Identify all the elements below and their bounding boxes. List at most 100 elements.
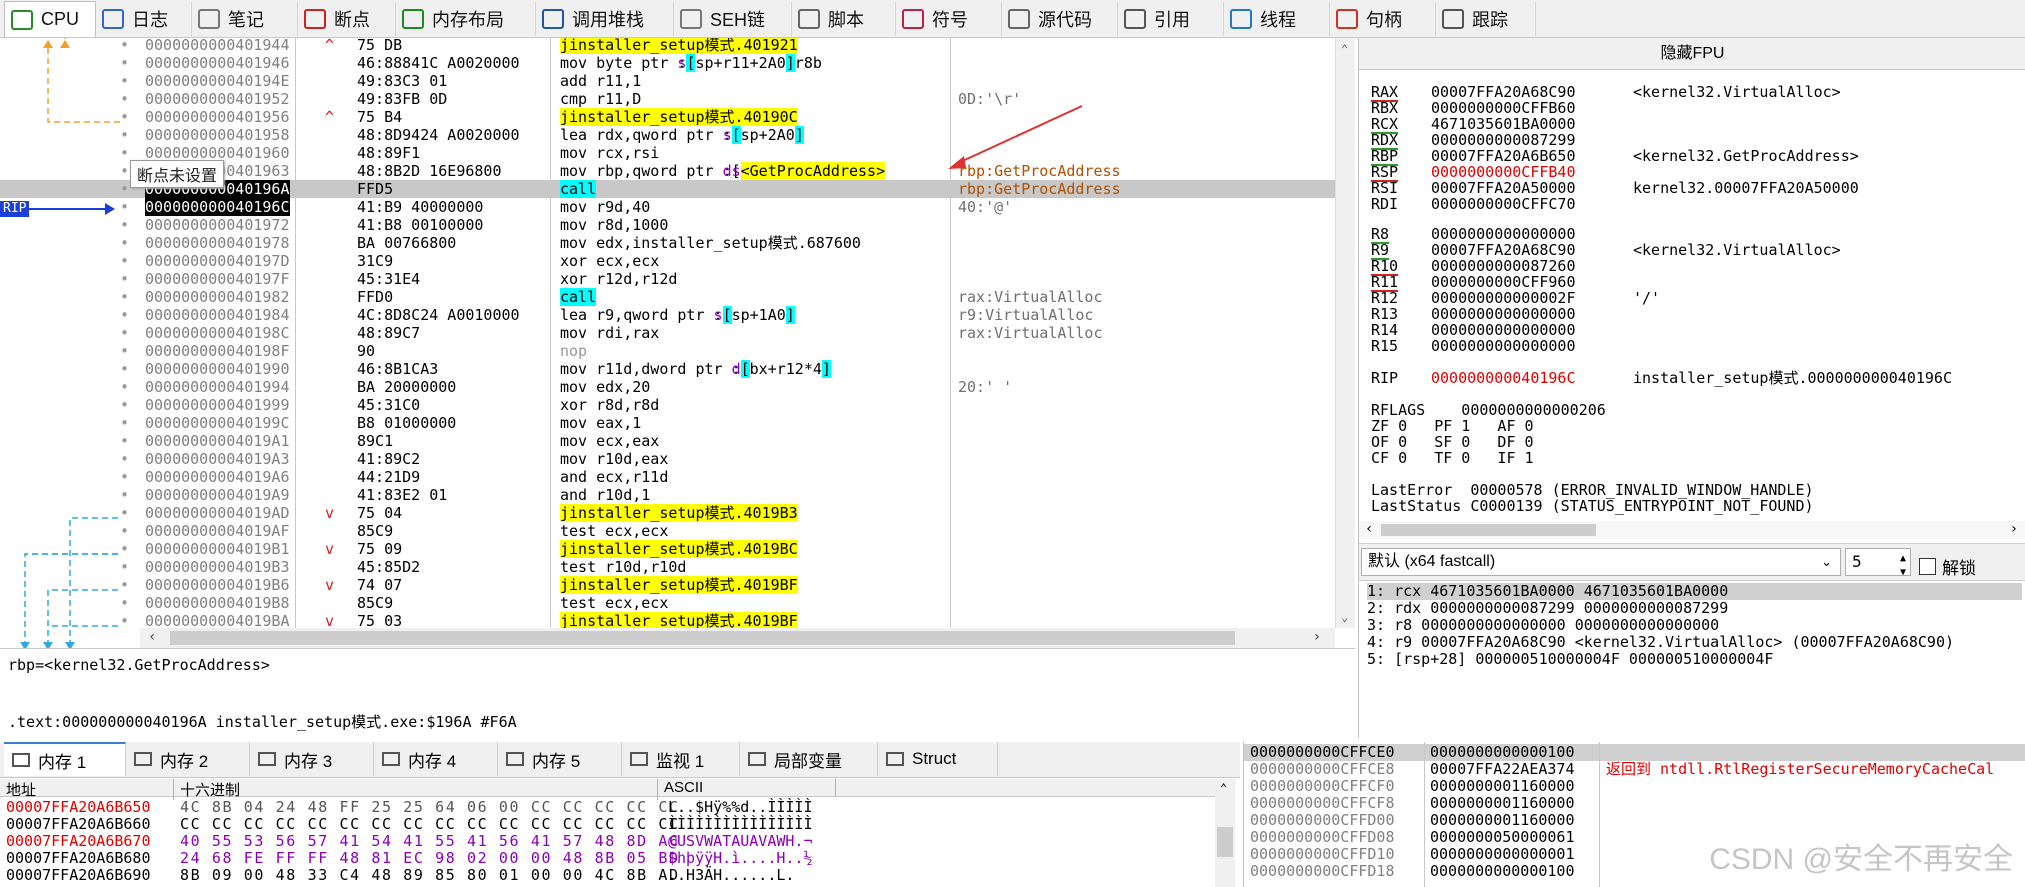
dump-tab-5[interactable]: 内存 5 <box>498 742 622 776</box>
disasm-row[interactable]: • 000000000040198C 48:89C7 mov rdi,rax rax:V… <box>0 324 1335 342</box>
disasm-row[interactable]: • 00000000004019A3 41:89C2 mov r10d,eax <box>0 450 1335 468</box>
dump-hex[interactable]: 8B 09 00 48 33 C4 48 89 85 80 01 00 00 4… <box>180 867 680 884</box>
disasm-row[interactable]: •00000000004019B1v75 09jne installer_set… <box>0 540 1335 558</box>
dump-ascii[interactable]: ..H3ÄH......L.­ <box>668 867 794 884</box>
disasm-row[interactable]: • 0000000000401972 41:B8 00100000 mov r8d,1… <box>0 216 1335 234</box>
argument-row[interactable]: 4: r9 00007FFA20A68C90 <kernel32.Virtual… <box>1367 634 2022 651</box>
register-hscrollbar[interactable]: ‹ › <box>1359 521 2025 539</box>
disasm-row[interactable]: • 00000000004019AF 85C9 test ecx,ecx <box>0 522 1335 540</box>
argument-row[interactable]: 5: [rsp+28] 000000510000004F 00000051000… <box>1367 651 2022 668</box>
tab-5[interactable]: 内存布局 <box>396 2 536 36</box>
scroll-left-icon[interactable]: ‹ <box>1365 521 1373 537</box>
disasm-row[interactable]: •0000000000401956^75 B4jne installer_set… <box>0 108 1335 126</box>
dump-address[interactable]: 00007FFA20A6B660 <box>6 816 151 833</box>
disasm-row[interactable]: • 000000000040197F 45:31E4 xor r12d,r12d <box>0 270 1335 288</box>
register-value[interactable]: 000000000000002F <box>1431 290 1576 306</box>
disasm-row[interactable]: • 000000000040199C B8 01000000 mov eax,1 <box>0 414 1335 432</box>
argument-row[interactable]: 3: r8 0000000000000000 0000000000000000 <box>1367 617 2022 634</box>
unlock-checkbox[interactable]: 解锁 <box>1919 554 1976 579</box>
disasm-row[interactable]: • 000000000040196C 41:B9 40000000 mov r9d,4… <box>0 198 1335 216</box>
dump-hex[interactable]: 24 68 FE FF FF 48 81 EC 98 02 00 00 48 8… <box>180 850 680 867</box>
disasm-row[interactable]: • 00000000004019A9 41:83E2 01 and r10d,1 <box>0 486 1335 504</box>
scroll-right-icon[interactable]: › <box>1313 629 1321 645</box>
dump-header-hex[interactable]: 十六进制 <box>180 779 658 800</box>
dump-hex[interactable]: 4C 8B 04 24 48 FF 25 25 64 06 00 CC CC C… <box>180 799 680 816</box>
dump-hex[interactable]: 40 55 53 56 57 41 54 41 55 41 56 41 57 4… <box>180 833 680 850</box>
disasm-row[interactable]: • 0000000000401946 46:88841C A0020000 mov b… <box>0 54 1335 72</box>
tab-9[interactable]: 符号 <box>896 2 1002 36</box>
disasm-hscrollbar[interactable]: ‹ › <box>140 628 1335 648</box>
stack-row[interactable]: 0000000000CFFCE8 00007FFA22AEA374 返回到 ntdl… <box>1244 761 2025 778</box>
dump-ascii[interactable]: @USVWATAUAVAWH.¬ <box>668 833 813 850</box>
callconv-select[interactable]: 默认 (x64 fastcall) ⌄ <box>1361 548 1841 576</box>
tab-14[interactable]: 跟踪 <box>1436 2 1536 36</box>
dump-address[interactable]: 00007FFA20A6B680 <box>6 850 151 867</box>
dump-hex[interactable]: CC CC CC CC CC CC CC CC CC CC CC CC CC C… <box>180 816 680 833</box>
argument-row[interactable]: 2: rdx 0000000000087299 0000000000087299 <box>1367 600 2022 617</box>
disasm-row[interactable]: • 000000000040194E 49:83C3 01 add r11,1 <box>0 72 1335 90</box>
tab-1[interactable]: CPU <box>4 1 96 37</box>
disasm-row[interactable]: • 0000000000401990 46:8B1CA3 mov r11d,dword… <box>0 360 1335 378</box>
register-value[interactable]: 0000000000CFFC70 <box>1431 196 1576 212</box>
disasm-row[interactable]: •00000000004019ADv75 04jne installer_set… <box>0 504 1335 522</box>
dump-ascii[interactable]: ÌÌÌÌÌÌÌÌÌÌÌÌÌÌÌÌ <box>668 816 813 833</box>
dump-tab-4[interactable]: 内存 4 <box>374 742 498 776</box>
register-value[interactable]: 4671035601BA0000 <box>1431 116 1576 132</box>
tab-10[interactable]: 源代码 <box>1002 2 1118 36</box>
disasm-row[interactable]: • 00000000004019A1 89C1 mov ecx,eax <box>0 432 1335 450</box>
tab-4[interactable]: 断点 <box>298 2 396 36</box>
dump-address[interactable]: 00007FFA20A6B650 <box>6 799 151 816</box>
stack-row[interactable]: 0000000000CFFCE0 0000000000000100 <box>1244 744 2025 761</box>
scroll-down-icon[interactable]: ⌄ <box>1341 610 1348 624</box>
register-value[interactable]: 0000000000CFF960 <box>1431 274 1576 290</box>
chevron-down-icon[interactable]: ⌄ <box>1821 549 1832 575</box>
tab-11[interactable]: 引用 <box>1118 2 1224 36</box>
dump-ascii[interactable]: L..$Hÿ%%d..ÌÌÌÌÌ <box>668 799 813 816</box>
stack-row[interactable]: 0000000000CFFCF8 0000000001160000 <box>1244 795 2025 812</box>
disasm-row[interactable]: • 0000000000401978 BA 00766800 mov edx,inst… <box>0 234 1335 252</box>
memory-dump-panel[interactable]: 内存 1 内存 2 内存 3 内存 4 内存 5 监视 1 局部变量 Struct 地址 十六… <box>0 742 1240 887</box>
disasm-row[interactable]: • 000000000040198F 90 nop <box>0 342 1335 360</box>
disasm-row[interactable]: •0000000000401944^75 DBjne installer_set… <box>0 38 1335 54</box>
register-value[interactable]: 000000000040196C <box>1431 370 1576 386</box>
dump-address[interactable]: 00007FFA20A6B690 <box>6 867 151 884</box>
dump-vscrollbar[interactable]: ⌃ <box>1215 779 1235 887</box>
stack-row[interactable]: 0000000000CFFCF0 0000000001160000 <box>1244 778 2025 795</box>
register-value[interactable]: 0000000000087260 <box>1431 258 1576 274</box>
disasm-row[interactable]: • 0000000000401958 48:8D9424 A0020000 lea r… <box>0 126 1335 144</box>
dump-header-address[interactable]: 地址 <box>6 779 174 800</box>
register-value[interactable]: 0000000000CFFB40 <box>1431 164 1576 180</box>
scroll-right-icon[interactable]: › <box>2010 521 2018 537</box>
dump-tab-1[interactable]: 内存 1 <box>4 742 126 776</box>
tab-2[interactable]: 日志 <box>96 2 192 36</box>
dump-header-ascii[interactable]: ASCII <box>664 779 836 796</box>
register-value[interactable]: 0000000000000000 <box>1431 322 1576 338</box>
register-value[interactable]: 0000000000CFFB60 <box>1431 100 1576 116</box>
disasm-vscrollbar[interactable]: ⌃ ⌄ <box>1335 38 1355 628</box>
dump-tab-7[interactable]: 局部变量 <box>740 742 878 776</box>
disasm-row[interactable]: •00000000004019B6v74 07je installer_setu… <box>0 576 1335 594</box>
tab-12[interactable]: 线程 <box>1224 2 1330 36</box>
disasm-row[interactable]: •0000000000401982FFD0call raxrax:Virtual… <box>0 288 1335 306</box>
dump-vscroll-thumb[interactable] <box>1217 827 1233 857</box>
register-value[interactable]: 00007FFA20A68C90 <box>1431 242 1576 258</box>
disasm-row[interactable]: • 00000000004019B3 45:85D2 test r10d,r10d <box>0 558 1335 576</box>
dump-tab-8[interactable]: Struct <box>878 742 998 776</box>
argument-row[interactable]: 1: rcx 4671035601BA0000 4671035601BA0000 <box>1367 583 2022 600</box>
stack-panel[interactable]: 0000000000CFFCE0 0000000000000100 00000000… <box>1243 742 2025 887</box>
disasm-row[interactable]: • 000000000040197D 31C9 xor ecx,ecx <box>0 252 1335 270</box>
argument-list[interactable]: 1: rcx 4671035601BA0000 4671035601BA0000… <box>1359 583 2025 738</box>
scroll-left-icon[interactable]: ‹ <box>148 629 156 645</box>
tab-6[interactable]: 调用堆栈 <box>536 2 674 36</box>
register-value[interactable]: 0000000000087299 <box>1431 132 1576 148</box>
dump-tab-2[interactable]: 内存 2 <box>126 742 250 776</box>
register-hscroll-thumb[interactable] <box>1381 524 1596 536</box>
disasm-row[interactable]: • 00000000004019B8 85C9 test ecx,ecx <box>0 594 1335 612</box>
dump-ascii[interactable]: $hþÿÿH.ì....H..½ <box>668 850 813 867</box>
register-value[interactable]: 00007FFA20A50000 <box>1431 180 1576 196</box>
disassembly-view[interactable]: •0000000000401944^75 DBjne installer_set… <box>0 38 1355 648</box>
register-value[interactable]: 0000000000000000 <box>1431 226 1576 242</box>
scroll-up-icon[interactable]: ⌃ <box>1341 42 1348 56</box>
tab-8[interactable]: 脚本 <box>792 2 896 36</box>
disasm-row[interactable]: • 0000000000401999 45:31C0 xor r8d,r8d <box>0 396 1335 414</box>
